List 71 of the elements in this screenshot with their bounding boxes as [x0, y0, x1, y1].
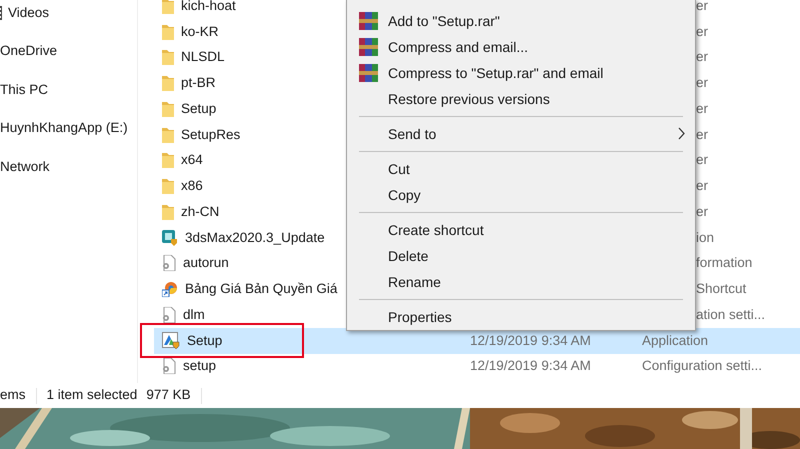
file-date: 12/19/2019 9:34 AM — [470, 357, 592, 376]
file-name[interactable]: Bảng Giá Bản Quyền Giá — [185, 279, 338, 300]
selection-size: 977 KB — [146, 386, 191, 404]
file-type: er — [696, 22, 708, 40]
settings-file-icon — [162, 306, 176, 323]
folder-icon — [162, 49, 174, 66]
file-type: er — [696, 151, 708, 170]
file-type: Shortcut — [696, 280, 746, 298]
menu-item[interactable]: Delete — [349, 243, 693, 269]
file-type: Configuration setti... — [642, 357, 762, 376]
selection-info: 1 item selected — [46, 386, 138, 404]
archive-icon — [359, 12, 378, 30]
file-name[interactable]: ko-KR — [181, 22, 219, 42]
menu-item[interactable]: Compress to "Setup.rar" and email — [349, 60, 693, 86]
file-type: er — [696, 126, 708, 144]
folder-icon — [162, 178, 174, 194]
file-name[interactable]: SetupRes — [181, 124, 240, 145]
menu-item[interactable]: Rename — [349, 269, 693, 295]
folder-icon — [162, 24, 174, 40]
menu-item[interactable]: Restore previous versions — [349, 86, 693, 112]
file-name[interactable]: autorun — [183, 253, 229, 274]
menu-item[interactable]: Send to — [349, 121, 693, 147]
menu-item[interactable]: Copy — [349, 182, 693, 208]
file-name[interactable]: x86 — [181, 176, 203, 196]
package-icon — [162, 230, 178, 246]
folder-icon — [162, 126, 174, 143]
menu-item[interactable]: Add to "Setup.rar" — [349, 8, 693, 34]
file-type: ation setti... — [696, 306, 766, 324]
file-name[interactable]: kich-hoat — [181, 0, 236, 16]
folder-icon — [162, 0, 174, 14]
menu-item[interactable]: Properties — [349, 304, 693, 330]
file-row[interactable]: Setup 12/19/2019 9:34 AM Application — [154, 328, 800, 354]
file-name[interactable]: setup — [183, 356, 216, 376]
folder-icon — [162, 204, 174, 220]
file-type: er — [696, 177, 708, 195]
shortcut-icon — [162, 281, 178, 298]
archive-icon — [359, 38, 378, 56]
menu-item[interactable]: Compress and email... — [349, 34, 693, 60]
settings-file-icon — [162, 358, 176, 374]
file-name: Setup — [187, 332, 222, 350]
settings-file-icon — [162, 255, 176, 272]
file-type: er — [696, 202, 708, 221]
item-count: ems — [0, 386, 26, 404]
file-type: er — [696, 100, 708, 118]
file-type: er — [696, 0, 708, 15]
file-name[interactable]: Setup — [181, 98, 216, 119]
file-type: Application — [642, 332, 708, 350]
file-name[interactable]: x64 — [181, 150, 203, 170]
file-type: er — [696, 74, 708, 92]
file-date: 12/19/2019 9:34 AM — [470, 332, 592, 350]
menu-item[interactable]: Create shortcut — [349, 217, 693, 243]
nav-item[interactable]: HuynhKhangApp (E:) — [0, 118, 128, 138]
installer-icon — [162, 332, 180, 350]
file-name[interactable]: dlm — [183, 304, 205, 325]
menu-item[interactable]: Cut — [349, 156, 693, 182]
folder-icon — [162, 100, 174, 117]
archive-icon — [359, 64, 378, 82]
nav-item[interactable]: Videos — [8, 2, 50, 23]
file-name[interactable]: zh-CN — [181, 202, 220, 222]
nav-item[interactable]: Network — [0, 156, 50, 177]
file-name[interactable]: pt-BR — [181, 73, 216, 94]
folder-icon — [162, 152, 174, 168]
file-type: formation — [696, 254, 752, 272]
nav-item[interactable]: OneDrive — [0, 41, 58, 62]
chevron-right-icon — [678, 127, 685, 140]
file-type: er — [696, 48, 708, 66]
file-name[interactable]: NLSDL — [181, 47, 225, 68]
folder-icon — [162, 75, 174, 92]
file-type: ion — [696, 228, 714, 246]
nav-item[interactable]: This PC — [0, 80, 48, 100]
file-name[interactable]: 3dsMax2020.3_Update — [185, 228, 325, 248]
